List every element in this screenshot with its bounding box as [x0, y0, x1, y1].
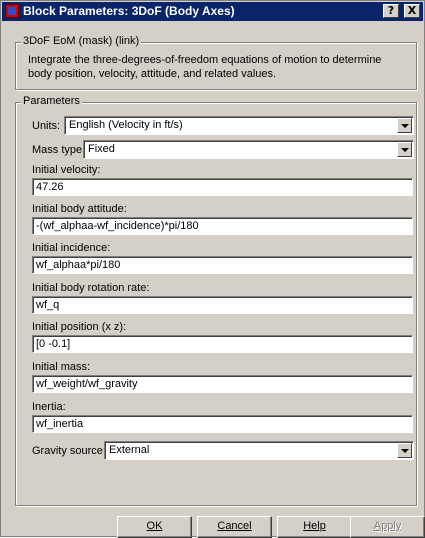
apply-button[interactable]: Apply: [350, 516, 425, 538]
gravity-source-label: Gravity source:: [32, 445, 106, 457]
simulink-block-icon: [5, 4, 19, 18]
gravity-source-dropdown[interactable]: External: [104, 441, 414, 460]
ok-button[interactable]: OK: [117, 516, 192, 538]
inertia-input[interactable]: wf_inertia: [32, 415, 413, 433]
initial-body-attitude-label: Initial body attitude:: [32, 203, 127, 215]
chevron-down-icon[interactable]: [397, 142, 412, 157]
title-bar[interactable]: Block Parameters: 3DoF (Body Axes) ? X: [2, 2, 423, 21]
block-parameters-dialog: Block Parameters: 3DoF (Body Axes) ? X 3…: [0, 0, 425, 538]
initial-mass-label: Initial mass:: [32, 361, 91, 373]
help-question-button[interactable]: ?: [383, 4, 399, 18]
window-title: Block Parameters: 3DoF (Body Axes): [23, 4, 235, 18]
initial-velocity-label: Initial velocity:: [32, 164, 101, 176]
mask-group-title: 3DoF EoM (mask) (link): [21, 35, 142, 47]
units-value: English (Velocity in ft/s): [69, 119, 183, 131]
units-label: Units:: [32, 120, 61, 132]
initial-velocity-input[interactable]: 47.26: [32, 178, 413, 196]
initial-mass-input[interactable]: wf_weight/wf_gravity: [32, 375, 413, 393]
close-button[interactable]: X: [404, 4, 420, 18]
initial-body-rotation-rate-input[interactable]: wf_q: [32, 296, 413, 314]
mass-type-label: Mass type:: [32, 144, 86, 156]
mass-type-dropdown[interactable]: Fixed: [83, 140, 414, 159]
chevron-down-icon[interactable]: [397, 118, 412, 133]
help-button[interactable]: Help: [277, 516, 352, 538]
initial-body-attitude-input[interactable]: -(wf_alphaa-wf_incidence)*pi/180: [32, 217, 413, 235]
parameters-group-title: Parameters: [21, 95, 82, 107]
mass-type-value: Fixed: [88, 143, 115, 155]
units-dropdown[interactable]: English (Velocity in ft/s): [64, 116, 414, 135]
initial-incidence-input[interactable]: wf_alphaa*pi/180: [32, 256, 413, 274]
initial-incidence-label: Initial incidence:: [32, 242, 111, 254]
initial-body-rotation-rate-label: Initial body rotation rate:: [32, 282, 150, 294]
cancel-button[interactable]: Cancel: [197, 516, 272, 538]
chevron-down-icon[interactable]: [397, 443, 412, 458]
inertia-label: Inertia:: [32, 401, 66, 413]
gravity-source-value: External: [109, 444, 150, 456]
initial-position-input[interactable]: [0 -0.1]: [32, 335, 413, 353]
initial-position-label: Initial position (x z):: [32, 321, 127, 333]
mask-description: Integrate the three-degrees-of-freedom e…: [28, 54, 382, 80]
